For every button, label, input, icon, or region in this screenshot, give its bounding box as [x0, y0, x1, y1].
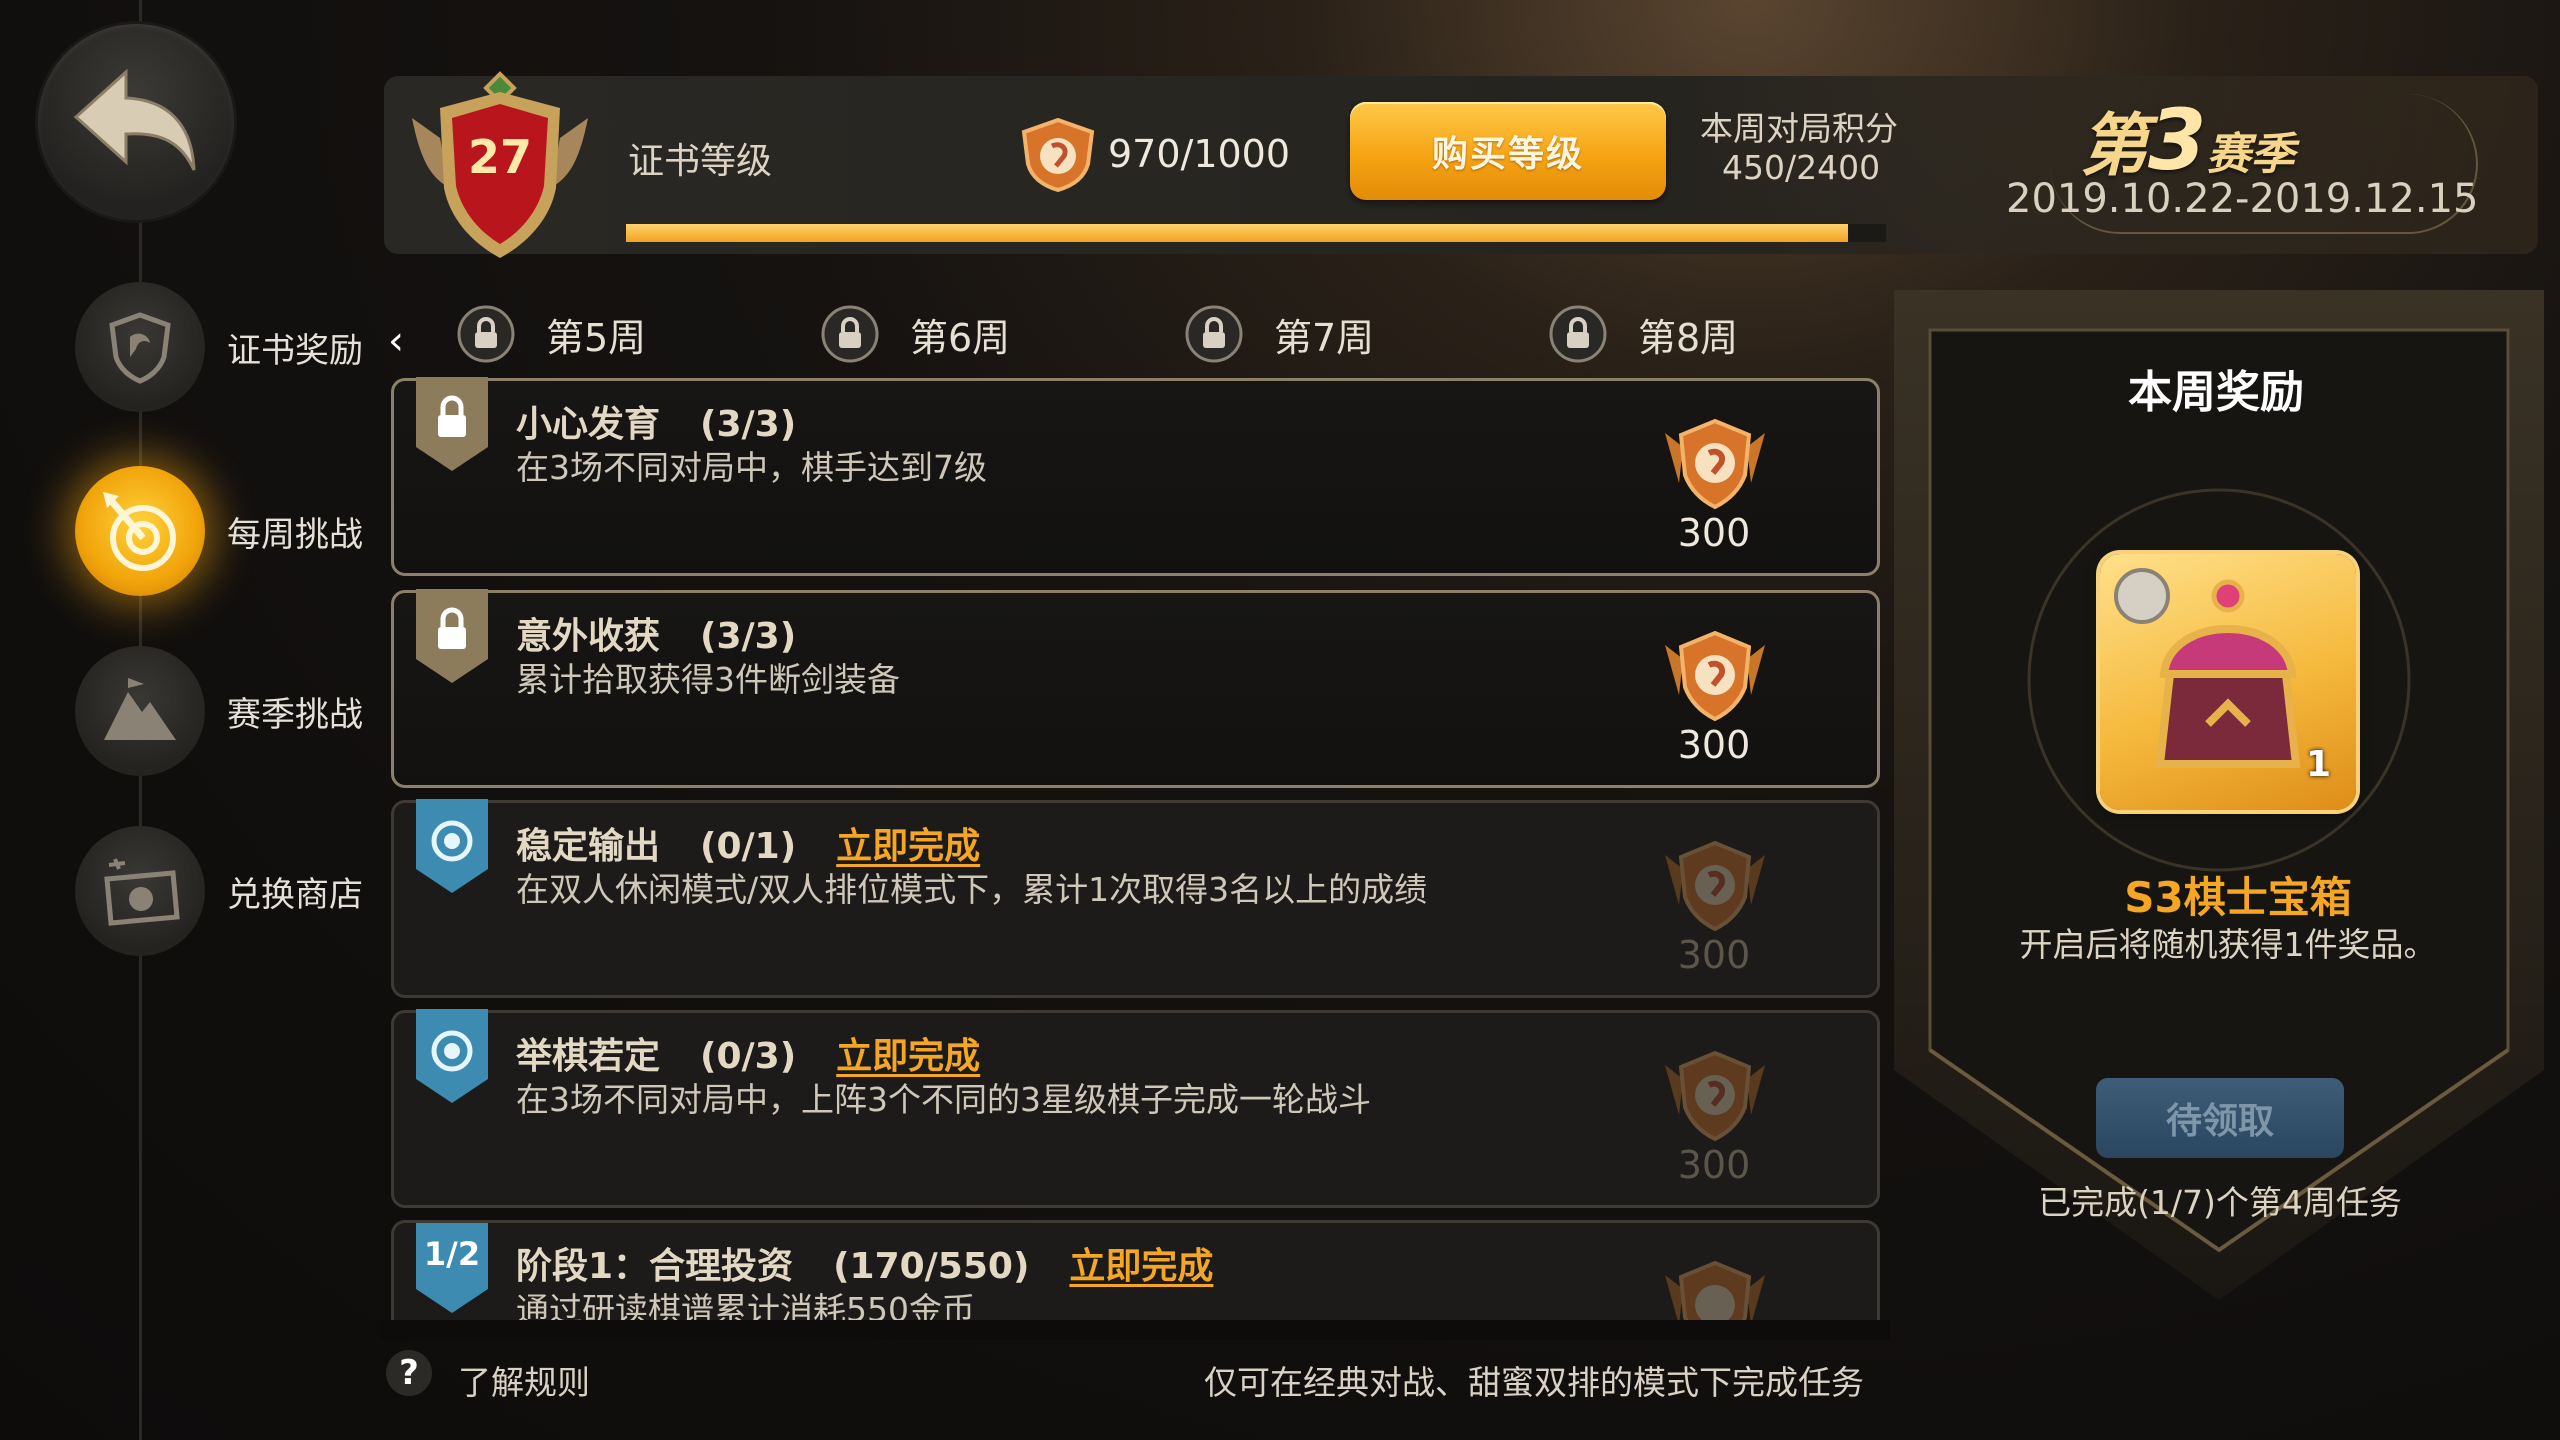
- buy-level-button[interactable]: 购买等级: [1350, 102, 1666, 200]
- task-title: 稳定输出 (0/1) 立即完成: [516, 817, 980, 869]
- week-prev-arrow-icon[interactable]: ‹: [388, 318, 404, 364]
- level-number: 27: [467, 130, 532, 184]
- panel-title: 本周奖励: [2128, 367, 2304, 418]
- mountain-icon: [104, 678, 176, 740]
- task-name: 意外收获: [516, 616, 661, 657]
- task-progress: (0/3): [700, 1036, 797, 1077]
- season-prefix: 第: [2080, 107, 2149, 186]
- task-card[interactable]: 意外收获 (3/3) 累计拾取获得3件断剑装备 300: [391, 589, 1880, 788]
- season-title: 第3赛季: [2080, 90, 2294, 189]
- nav-item-season-challenge[interactable]: 赛季挑战: [75, 646, 375, 776]
- task-progress: (170/550): [833, 1246, 1030, 1287]
- task-name: 稳定输出: [516, 826, 661, 867]
- rules-link[interactable]: 了解规则: [458, 1356, 590, 1404]
- nav-item-weekly-challenge[interactable]: 每周挑战: [75, 466, 375, 596]
- season-suffix: 赛季: [2206, 129, 2295, 180]
- lock-icon: [1185, 305, 1243, 363]
- tab-label: 第7周: [1274, 315, 1375, 360]
- task-progress: (0/1): [700, 826, 797, 867]
- task-title: 小心发育 (3/3): [516, 395, 796, 447]
- nav-circle: [75, 826, 205, 956]
- tab-label: 第5周: [546, 315, 647, 360]
- back-button[interactable]: [38, 24, 234, 220]
- medal-icon: [1665, 418, 1765, 510]
- task-desc: 通过研读棋谱累计消耗550金币: [516, 1290, 975, 1322]
- level-progress-fill: [626, 224, 1849, 242]
- tab-label: 第8周: [1638, 315, 1739, 360]
- cert-level-label: 证书等级: [628, 141, 773, 182]
- reward-value: 300: [1677, 511, 1751, 555]
- task-card[interactable]: 小心发育 (3/3) 在3场不同对局中，棋手达到7级 300: [391, 377, 1880, 576]
- season-dates: 2019.10.22-2019.12.15: [2006, 176, 2479, 222]
- nav-item-exchange-shop[interactable]: 兑换商店: [75, 826, 375, 956]
- complete-now-link[interactable]: 立即完成: [836, 1036, 980, 1077]
- task-name: 阶段1：合理投资: [516, 1246, 794, 1287]
- nav-label: 每周挑战: [227, 514, 363, 555]
- help-icon[interactable]: ?: [386, 1350, 432, 1396]
- stage-number: 1/2: [423, 1235, 481, 1273]
- task-desc: 在双人休闲模式/双人排位模式下，累计1次取得3名以上的成绩: [516, 870, 1428, 909]
- nav-circle: [75, 282, 205, 412]
- shop-icon: [104, 858, 180, 926]
- target-flag-icon: [416, 799, 488, 893]
- nav-circle: [75, 646, 205, 776]
- lock-icon: [821, 305, 879, 363]
- reward-value: 300: [1677, 723, 1751, 767]
- task-desc: 累计拾取获得3件断剑装备: [516, 660, 900, 699]
- shield-icon: [109, 312, 171, 384]
- complete-now-link[interactable]: 立即完成: [836, 826, 980, 867]
- task-title: 意外收获 (3/3): [516, 607, 796, 659]
- lock-icon: [1549, 305, 1607, 363]
- weekly-score-label: 本周对局积分: [1700, 109, 1898, 148]
- medal-icon: [1665, 630, 1765, 722]
- task-desc: 在3场不同对局中，棋手达到7级: [516, 448, 987, 487]
- nav-label: 兑换商店: [227, 874, 363, 915]
- chest-name: S3棋士宝箱: [2124, 873, 2352, 922]
- task-desc: 在3场不同对局中，上阵3个不同的3星级棋子完成一轮战斗: [516, 1080, 1371, 1119]
- target-icon: [103, 492, 176, 571]
- task-progress: (3/3): [700, 616, 797, 657]
- chest-desc: 开启后将随机获得1件奖品。: [2019, 925, 2437, 964]
- level-badge: 27: [400, 68, 600, 268]
- tab-week-8[interactable]: 第8周: [1548, 304, 1738, 364]
- task-card[interactable]: 举棋若定 (0/3) 立即完成 在3场不同对局中，上阵3个不同的3星级棋子完成一轮战…: [391, 1009, 1880, 1208]
- list-clip: [380, 1320, 1890, 1340]
- cert-points: 970/1000: [1108, 132, 1291, 176]
- back-arrow-icon: [73, 68, 196, 171]
- task-title: 举棋若定 (0/3) 立即完成: [516, 1027, 980, 1079]
- tab-label: 第6周: [910, 315, 1011, 360]
- reward-value: 300: [1677, 933, 1751, 977]
- medal-icon: [1665, 1050, 1765, 1142]
- lock-icon: [457, 305, 515, 363]
- tab-week-5[interactable]: 第5周: [456, 304, 646, 364]
- mode-note: 仅可在经典对战、甜蜜双排的模式下完成任务: [1204, 1363, 1864, 1402]
- chest-count: 1: [2306, 744, 2332, 785]
- task-title: 阶段1：合理投资 (170/550) 立即完成: [516, 1237, 1213, 1289]
- target-flag-icon: [416, 1009, 488, 1103]
- nav-item-cert-rewards[interactable]: 证书奖励: [75, 282, 375, 412]
- reward-value: 300: [1677, 1143, 1751, 1187]
- complete-now-link[interactable]: 立即完成: [1069, 1246, 1213, 1287]
- lock-flag-icon: [416, 377, 488, 471]
- nav-label: 赛季挑战: [227, 694, 363, 735]
- task-progress: (3/3): [700, 404, 797, 445]
- claim-button[interactable]: 待领取: [2096, 1078, 2344, 1158]
- nav-circle-active: [75, 466, 205, 596]
- tab-week-6[interactable]: 第6周: [820, 304, 1010, 364]
- medal-icon: [1016, 117, 1100, 196]
- tab-week-7[interactable]: 第7周: [1184, 304, 1374, 364]
- task-card[interactable]: 1/2 阶段1：合理投资 (170/550) 立即完成 通过研读棋谱累计消耗550金…: [391, 1220, 1880, 1322]
- weekly-score-value: 450/2400: [1722, 148, 1881, 187]
- claim-progress: 已完成(1/7)个第4周任务: [2038, 1183, 2402, 1222]
- season-number: 3: [2148, 91, 2207, 189]
- task-name: 举棋若定: [516, 1036, 661, 1077]
- nav-label: 证书奖励: [227, 330, 363, 371]
- medal-icon: [1665, 840, 1765, 932]
- lock-flag-icon: [416, 589, 488, 683]
- task-card[interactable]: 稳定输出 (0/1) 立即完成 在双人休闲模式/双人排位模式下，累计1次取得3名以上…: [391, 799, 1880, 998]
- medal-icon: [1665, 1260, 1765, 1322]
- task-name: 小心发育: [516, 404, 661, 445]
